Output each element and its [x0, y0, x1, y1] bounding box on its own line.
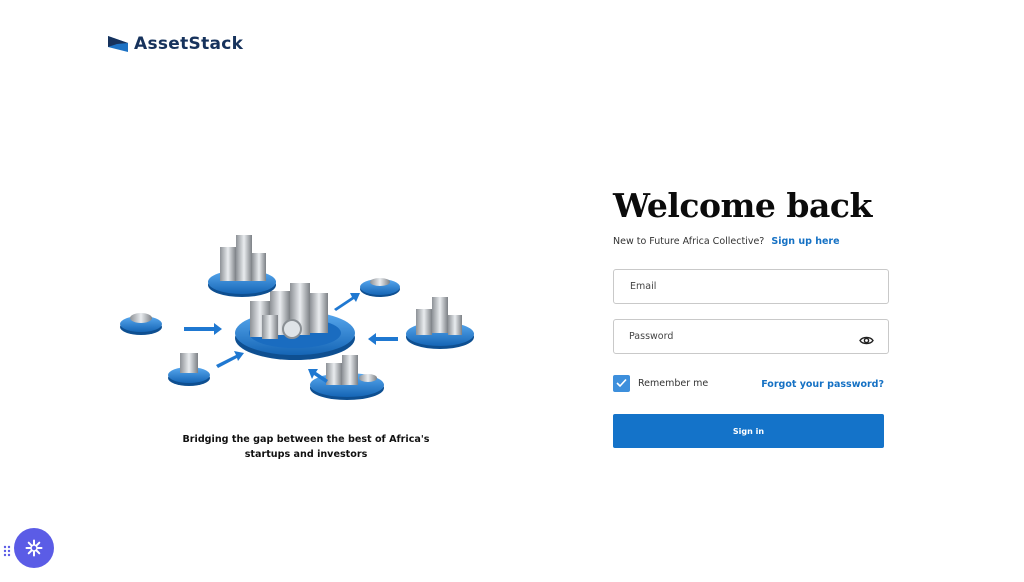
brand-name: AssetStack: [134, 34, 244, 54]
drag-dots-icon[interactable]: [3, 542, 11, 561]
signup-link[interactable]: Sign up here: [771, 236, 839, 247]
eye-icon[interactable]: [859, 331, 874, 350]
sign-in-button[interactable]: Sign in: [613, 414, 884, 448]
password-input[interactable]: [614, 320, 849, 353]
checkmark-icon: [616, 378, 627, 388]
remember-checkbox[interactable]: [613, 375, 630, 392]
flag-icon: [108, 36, 128, 52]
signup-prompt: New to Future Africa Collective? Sign up…: [613, 236, 840, 247]
email-input[interactable]: [614, 270, 850, 303]
signup-prompt-text: New to Future Africa Collective?: [613, 236, 765, 247]
login-page: AssetStack Bridging the gap between the …: [0, 0, 1024, 582]
hero-tagline: Bridging the gap between the best of Afr…: [182, 434, 430, 460]
brand-logo[interactable]: AssetStack: [108, 34, 243, 54]
sparkle-icon: [25, 539, 43, 557]
page-title: Welcome back: [613, 186, 872, 225]
remember-row: Remember me Forgot your password?: [613, 375, 884, 393]
remember-label: Remember me: [638, 378, 709, 389]
email-field[interactable]: [613, 269, 889, 304]
assistant-widget-button[interactable]: [14, 528, 54, 568]
forgot-password-link[interactable]: Forgot your password?: [761, 379, 884, 390]
coin-stacks-network-illustration: [120, 235, 474, 400]
password-field[interactable]: [613, 319, 889, 354]
